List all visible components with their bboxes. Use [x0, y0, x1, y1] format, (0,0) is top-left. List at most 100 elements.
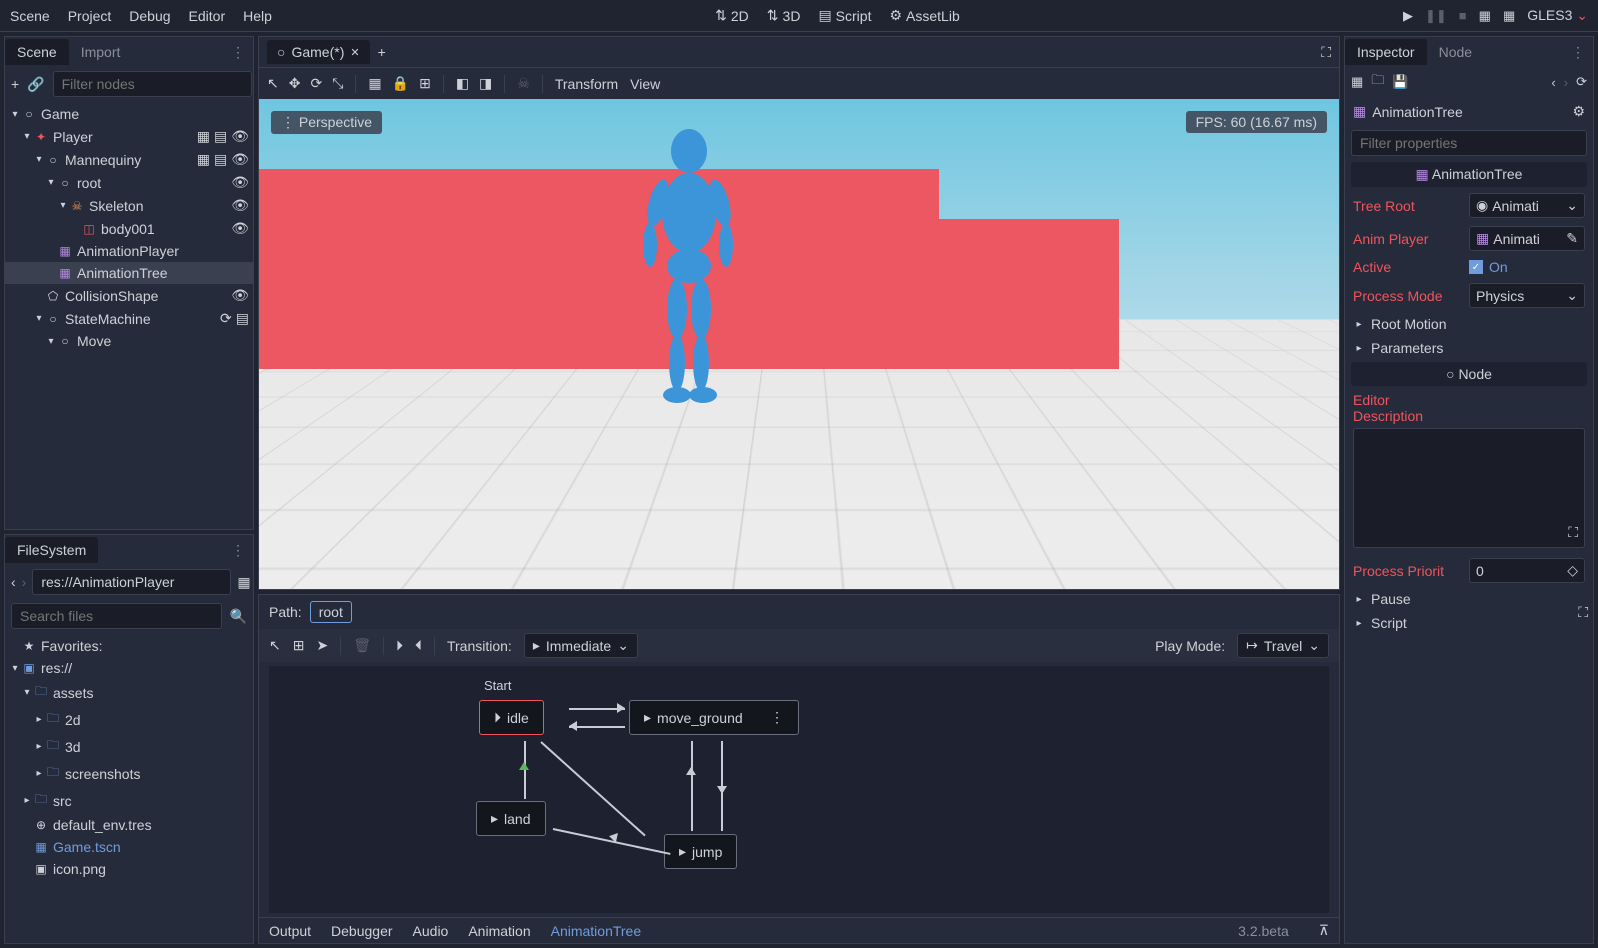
tree-node-animationplayer[interactable]: ▦AnimationPlayer [5, 240, 253, 262]
state-idle[interactable]: ⏵idle [479, 700, 544, 735]
tab-3d[interactable]: ⇅3D [767, 7, 801, 24]
tree-node-body001[interactable]: ◫body001👁 [5, 217, 253, 240]
menu-scene[interactable]: Scene [10, 8, 50, 24]
prop-process-mode[interactable]: Physics⌄ [1469, 283, 1585, 308]
tab-animation-tree[interactable]: AnimationTree [551, 923, 642, 939]
fs-item-default-env-tres[interactable]: ⊕default_env.tres [5, 814, 253, 836]
transition[interactable] [524, 741, 526, 799]
load-resource-icon[interactable]: 🗀 [1371, 71, 1384, 93]
section-node[interactable]: ○ Node [1351, 362, 1587, 386]
filter-properties-input[interactable] [1351, 130, 1587, 156]
state-machine-graph[interactable]: Start ⏵idle ▸move_ground⋮ ▸land ▸jump [269, 666, 1329, 913]
view-menu[interactable]: View [630, 76, 660, 92]
tree-node-game[interactable]: ▾○Game [5, 103, 253, 125]
settings-icon[interactable]: ⚙ [1572, 103, 1585, 120]
fs-item-game-tscn[interactable]: ▦Game.tscn [5, 836, 253, 858]
search-files-icon[interactable]: 🔍 [230, 608, 247, 625]
history-icon[interactable]: ⟳ [1576, 74, 1587, 90]
tree-node-mannequiny[interactable]: ▾○Mannequiny▦▤👁 [5, 148, 253, 171]
expand-textarea-icon[interactable]: ⛶ [1568, 524, 1578, 541]
cube2-icon[interactable]: ◨ [479, 75, 492, 92]
link-icon[interactable]: 🔗 [27, 76, 44, 93]
add-tab-icon[interactable]: + [378, 44, 386, 60]
select-anim-icon[interactable]: ↖ [269, 637, 281, 654]
tree-node-root[interactable]: ▾○root👁 [5, 171, 253, 194]
playmode-select[interactable]: ↦Travel⌄ [1237, 633, 1329, 658]
lock-icon[interactable]: 🔒 [392, 75, 409, 92]
tab-inspector[interactable]: Inspector [1345, 39, 1427, 65]
path-value[interactable]: root [310, 601, 352, 623]
expand-bottom-icon[interactable]: ⛶ [1578, 604, 1588, 621]
end-icon[interactable]: ⏴ [415, 637, 422, 654]
prop-anim-player[interactable]: ▦Animati✎ [1469, 226, 1585, 251]
fs-item-screenshots[interactable]: ▸🗀screenshots [5, 760, 253, 787]
transition[interactable] [569, 726, 625, 728]
tree-node-collisionshape[interactable]: ⬠CollisionShape👁 [5, 284, 253, 307]
tree-node-animationtree[interactable]: ▦AnimationTree [5, 262, 253, 284]
tab-assetlib[interactable]: ⚙AssetLib [889, 7, 959, 24]
fs-item-src[interactable]: ▸🗀src [5, 787, 253, 814]
tab-output[interactable]: Output [269, 923, 311, 939]
bone-icon[interactable]: ☠ [517, 75, 530, 92]
transition[interactable] [540, 741, 645, 836]
play-icon[interactable]: ▶ [1403, 8, 1413, 24]
tab-scene[interactable]: Scene [5, 39, 69, 65]
perspective-label[interactable]: ⋮ Perspective [271, 111, 382, 134]
filesystem-options-icon[interactable]: ⋮ [223, 542, 253, 559]
prop-pause[interactable]: ▸Pause [1345, 587, 1593, 611]
fs-item-3d[interactable]: ▸🗀3d [5, 733, 253, 760]
tab-script[interactable]: ▤Script [818, 7, 871, 24]
state-move-ground[interactable]: ▸move_ground⋮ [629, 700, 799, 735]
tab-audio[interactable]: Audio [413, 923, 449, 939]
save-resource-icon[interactable]: 💾 [1392, 74, 1408, 90]
fs-item-2d[interactable]: ▸🗀2d [5, 706, 253, 733]
tab-animation[interactable]: Animation [468, 923, 530, 939]
cube-icon[interactable]: ◧ [456, 75, 469, 92]
rotate-tool-icon[interactable]: ⟳ [310, 75, 322, 92]
play-custom-icon[interactable]: ▦ [1503, 8, 1515, 24]
collapse-bottom-icon[interactable]: ⊼ [1319, 922, 1329, 939]
tree-node-move[interactable]: ▾○Move [5, 330, 253, 352]
select-tool-icon[interactable]: ↖ [267, 75, 279, 92]
history-fwd-icon[interactable]: › [1564, 75, 1568, 90]
scale-tool-icon[interactable]: ⤡ [332, 75, 343, 92]
prop-script[interactable]: ▸Script [1345, 611, 1593, 635]
fs-item-favorites-[interactable]: ★Favorites: [5, 635, 253, 657]
forward-icon[interactable]: › [22, 574, 27, 590]
tab-2d[interactable]: ⇅2D [715, 7, 749, 24]
play-scene-icon[interactable]: ▦ [1479, 8, 1491, 24]
add-node-anim-icon[interactable]: ⊞ [293, 637, 305, 654]
history-back-icon[interactable]: ‹ [1551, 75, 1555, 90]
class-header[interactable]: ▦ AnimationTree [1351, 162, 1587, 187]
path-input[interactable] [32, 569, 231, 595]
inspector-options-icon[interactable]: ⋮ [1563, 44, 1593, 61]
add-node-icon[interactable]: + [11, 76, 19, 92]
search-files-input[interactable] [11, 603, 222, 629]
group-icon[interactable]: ⊞ [419, 75, 431, 92]
tab-debugger[interactable]: Debugger [331, 923, 393, 939]
tab-node[interactable]: Node [1427, 39, 1484, 65]
back-icon[interactable]: ‹ [11, 574, 16, 590]
move-tool-icon[interactable]: ✥ [289, 75, 301, 92]
state-jump[interactable]: ▸jump [664, 834, 737, 869]
tree-node-skeleton[interactable]: ▾☠Skeleton👁 [5, 194, 253, 217]
3d-viewport[interactable]: ⋮ Perspective FPS: 60 (16.67 ms) [259, 99, 1339, 589]
grid-view-icon[interactable]: ▦ [237, 574, 250, 591]
new-resource-icon[interactable]: ▦ [1351, 74, 1363, 90]
fs-item-res---[interactable]: ▾▣res:// [5, 657, 253, 679]
scene-tab-game[interactable]: ○ Game(*) ✕ [267, 40, 370, 64]
stop-icon[interactable]: ■ [1459, 8, 1467, 23]
trash-icon[interactable]: 🗑 [353, 637, 371, 654]
filesystem-tree[interactable]: ★Favorites:▾▣res://▾🗀assets▸🗀2d▸🗀3d▸🗀scr… [5, 633, 253, 943]
prop-parameters[interactable]: ▸Parameters [1345, 336, 1593, 360]
menu-help[interactable]: Help [243, 8, 272, 24]
pause-icon[interactable]: ❚❚ [1425, 8, 1447, 24]
tree-node-player[interactable]: ▾✦Player▦▤👁 [5, 125, 253, 148]
connect-icon[interactable]: ➤ [316, 637, 328, 654]
renderer-select[interactable]: GLES3 ⌄ [1527, 7, 1588, 24]
prop-process-priority[interactable]: 0◇ [1469, 558, 1585, 583]
expand-viewport-icon[interactable]: ⛶ [1321, 44, 1331, 61]
prop-tree-root[interactable]: ◉Animati⌄ [1469, 193, 1585, 218]
fs-item-assets[interactable]: ▾🗀assets [5, 679, 253, 706]
prop-active[interactable]: ✓On [1469, 259, 1508, 275]
